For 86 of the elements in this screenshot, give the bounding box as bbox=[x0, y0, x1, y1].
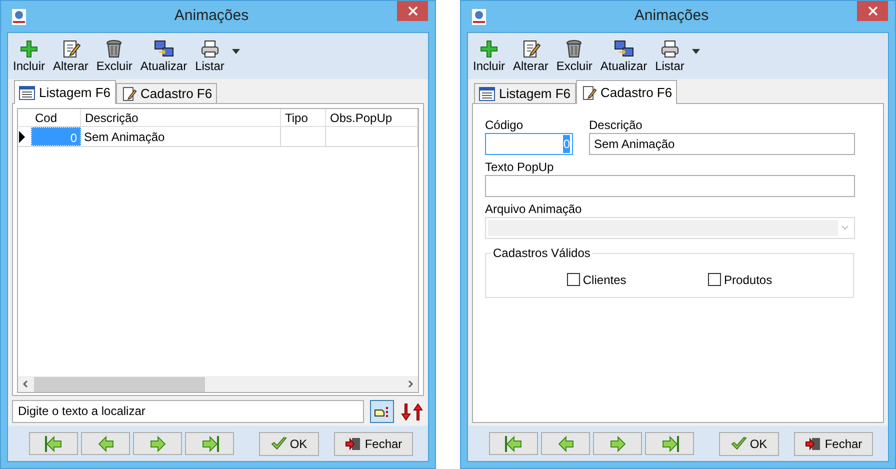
plus-icon bbox=[479, 39, 499, 59]
previous-icon bbox=[556, 434, 576, 452]
column-header[interactable]: Cod bbox=[31, 109, 81, 126]
checkbox[interactable] bbox=[566, 273, 580, 286]
field-label: Arquivo Animação bbox=[485, 202, 583, 216]
ok-button[interactable]: OK bbox=[719, 432, 779, 456]
column-header[interactable]: Tipo bbox=[281, 109, 326, 126]
tab[interactable]: Listagem F6 bbox=[14, 80, 116, 104]
window-title: Animações bbox=[173, 6, 250, 26]
computers-icon bbox=[154, 39, 174, 59]
toolbar-button[interactable]: Incluir bbox=[473, 39, 506, 73]
checkbox[interactable] bbox=[708, 273, 722, 286]
horizontal-scrollbar[interactable] bbox=[18, 376, 418, 392]
toolbar-button[interactable]: Atualizar bbox=[140, 39, 188, 73]
toolbar-button[interactable]: Incluir bbox=[13, 39, 46, 73]
field-label: Texto PopUp bbox=[485, 160, 555, 174]
toolbar-button[interactable]: Alterar bbox=[53, 39, 88, 73]
dropdown-caret-icon bbox=[692, 48, 700, 54]
description-field[interactable]: Sem Animação bbox=[589, 133, 855, 155]
checkmark-icon bbox=[270, 436, 287, 450]
tab[interactable]: Listagem F6 bbox=[474, 83, 576, 103]
first-icon bbox=[504, 434, 524, 452]
close-icon bbox=[408, 6, 418, 16]
navigation-button[interactable] bbox=[29, 432, 78, 455]
search-field[interactable]: Digite o texto a localizar bbox=[12, 400, 364, 423]
table-cell: Sem Animação bbox=[81, 127, 281, 146]
navigation-button[interactable] bbox=[185, 432, 234, 455]
sort-arrows-icon bbox=[400, 402, 424, 420]
close-button[interactable] bbox=[857, 1, 888, 21]
field-label: Descrição bbox=[589, 118, 644, 132]
plus-icon bbox=[19, 39, 39, 59]
exit-door-icon bbox=[804, 436, 821, 450]
printer-icon bbox=[200, 39, 220, 59]
trash-icon bbox=[564, 39, 584, 59]
edit-icon bbox=[580, 84, 597, 100]
last-icon bbox=[200, 434, 220, 452]
edit-icon bbox=[60, 39, 81, 59]
navigation-button[interactable] bbox=[593, 432, 642, 455]
exit-door-icon bbox=[344, 436, 361, 450]
navigation-button[interactable] bbox=[541, 432, 590, 455]
toolbar-button[interactable]: Listar bbox=[195, 39, 224, 73]
close-icon bbox=[868, 6, 878, 16]
field-label: Código bbox=[485, 118, 524, 132]
dropdown-caret-icon bbox=[232, 48, 240, 54]
search-button[interactable] bbox=[370, 400, 394, 423]
close-dialog-button[interactable]: Fechar bbox=[334, 432, 413, 456]
toolbar-button[interactable]: Excluir bbox=[96, 39, 132, 73]
next-icon bbox=[148, 434, 168, 452]
list-icon bbox=[19, 86, 35, 100]
tab[interactable]: Cadastro F6 bbox=[576, 80, 678, 104]
group-title: Cadastros Válidos bbox=[491, 246, 592, 260]
navigation-button[interactable] bbox=[489, 432, 538, 455]
scroll-right-icon bbox=[408, 380, 414, 388]
first-icon bbox=[44, 434, 64, 452]
tab[interactable]: Cadastro F6 bbox=[116, 83, 218, 103]
navigation-button[interactable] bbox=[645, 432, 694, 455]
printer-icon bbox=[660, 39, 680, 59]
scroll-left-icon bbox=[22, 380, 28, 388]
edit-icon bbox=[520, 39, 541, 59]
app-logo-icon bbox=[12, 8, 26, 24]
toolbar-button[interactable]: Listar bbox=[655, 39, 684, 73]
toolbar-button[interactable]: Alterar bbox=[513, 39, 548, 73]
previous-icon bbox=[96, 434, 116, 452]
popup-text-field[interactable] bbox=[485, 175, 855, 197]
app-logo-icon bbox=[472, 8, 486, 24]
scroll-thumb[interactable] bbox=[34, 376, 205, 392]
ok-button[interactable]: OK bbox=[259, 432, 319, 456]
window-title: Animações bbox=[633, 6, 710, 26]
list-icon bbox=[479, 86, 495, 100]
computers-icon bbox=[614, 39, 634, 59]
checkbox-label: Clientes bbox=[582, 272, 626, 288]
column-header[interactable]: Obs.PopUp bbox=[326, 109, 418, 126]
checkbox-label: Produtos bbox=[724, 272, 772, 288]
column-header[interactable]: Descrição bbox=[81, 109, 281, 126]
close-dialog-button[interactable]: Fechar bbox=[794, 432, 873, 456]
navigation-button[interactable] bbox=[133, 432, 182, 455]
trash-icon bbox=[104, 39, 124, 59]
edit-icon bbox=[120, 86, 137, 102]
close-button[interactable] bbox=[397, 1, 428, 21]
next-icon bbox=[608, 434, 628, 452]
table-cell: 0 bbox=[31, 127, 81, 146]
checkmark-icon bbox=[730, 436, 747, 450]
navigation-button[interactable] bbox=[81, 432, 130, 455]
toolbar-button[interactable]: Excluir bbox=[556, 39, 592, 73]
toolbar-button[interactable]: Atualizar bbox=[600, 39, 648, 73]
last-icon bbox=[660, 434, 680, 452]
